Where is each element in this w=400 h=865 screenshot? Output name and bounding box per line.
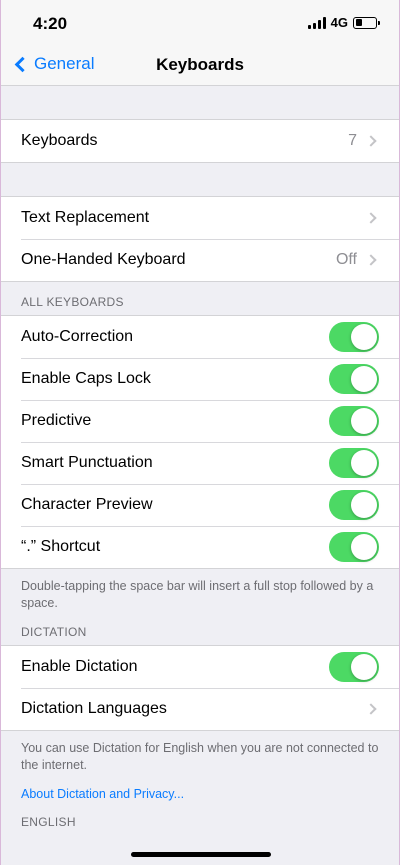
status-bar: 4:20 4G [1, 0, 399, 44]
all-keyboards-group: Auto-Correction Enable Caps Lock Predict… [1, 315, 399, 569]
period-shortcut-row: “.” Shortcut [1, 526, 399, 568]
page-title: Keyboards [156, 55, 244, 74]
enable-dictation-row: Enable Dictation [1, 646, 399, 688]
dictation-group: Enable Dictation Dictation Languages [1, 645, 399, 731]
chevron-right-icon [365, 703, 377, 715]
period-shortcut-label: “.” Shortcut [21, 538, 101, 555]
all-keyboards-header: ALL KEYBOARDS [21, 295, 124, 309]
dictation-languages-label: Dictation Languages [21, 700, 167, 717]
enable-dictation-label: Enable Dictation [21, 658, 138, 675]
cellular-signal-icon [307, 16, 326, 29]
character-preview-label: Character Preview [21, 496, 153, 513]
caps-lock-toggle[interactable] [329, 364, 379, 394]
chevron-right-icon [365, 135, 377, 147]
keyboards-group: Keyboards 7 [1, 119, 399, 163]
dictation-footer: You can use Dictation for English when y… [21, 741, 379, 772]
all-keyboards-footer: Double-tapping the space bar will insert… [21, 579, 374, 610]
text-replacement-row[interactable]: Text Replacement [1, 197, 399, 239]
chevron-right-icon [365, 254, 377, 266]
network-type: 4G [330, 15, 348, 30]
one-handed-keyboard-value: Off [335, 251, 357, 268]
status-icons: 4G [307, 15, 380, 30]
home-indicator[interactable] [131, 852, 271, 857]
dictation-privacy-link[interactable]: About Dictation and Privacy... [1, 783, 399, 801]
dictation-header: DICTATION [21, 625, 87, 639]
battery-icon [353, 16, 380, 29]
auto-correction-row: Auto-Correction [1, 316, 399, 358]
keyboards-row[interactable]: Keyboards 7 [1, 120, 399, 162]
keyboards-label: Keyboards [21, 132, 98, 149]
auto-correction-toggle[interactable] [329, 322, 379, 352]
dictation-languages-row[interactable]: Dictation Languages [1, 688, 399, 730]
text-replacement-label: Text Replacement [21, 209, 150, 226]
one-handed-keyboard-label: One-Handed Keyboard [21, 251, 186, 268]
character-preview-row: Character Preview [1, 484, 399, 526]
period-shortcut-toggle[interactable] [329, 532, 379, 562]
status-time: 4:20 [33, 14, 68, 33]
auto-correction-label: Auto-Correction [21, 328, 134, 345]
keyboards-count: 7 [348, 132, 357, 149]
predictive-label: Predictive [21, 412, 92, 429]
predictive-row: Predictive [1, 400, 399, 442]
navigation-bar: General Keyboards [1, 44, 399, 86]
one-handed-keyboard-row[interactable]: One-Handed Keyboard Off [1, 239, 399, 281]
caps-lock-row: Enable Caps Lock [1, 358, 399, 400]
character-preview-toggle[interactable] [329, 490, 379, 520]
predictive-toggle[interactable] [329, 406, 379, 436]
smart-punctuation-label: Smart Punctuation [21, 454, 153, 471]
enable-dictation-toggle[interactable] [329, 652, 379, 682]
replacement-group: Text Replacement One-Handed Keyboard Off [1, 196, 399, 282]
smart-punctuation-row: Smart Punctuation [1, 442, 399, 484]
caps-lock-label: Enable Caps Lock [21, 370, 151, 387]
smart-punctuation-toggle[interactable] [329, 448, 379, 478]
english-header: ENGLISH [21, 815, 76, 829]
chevron-right-icon [365, 212, 377, 224]
